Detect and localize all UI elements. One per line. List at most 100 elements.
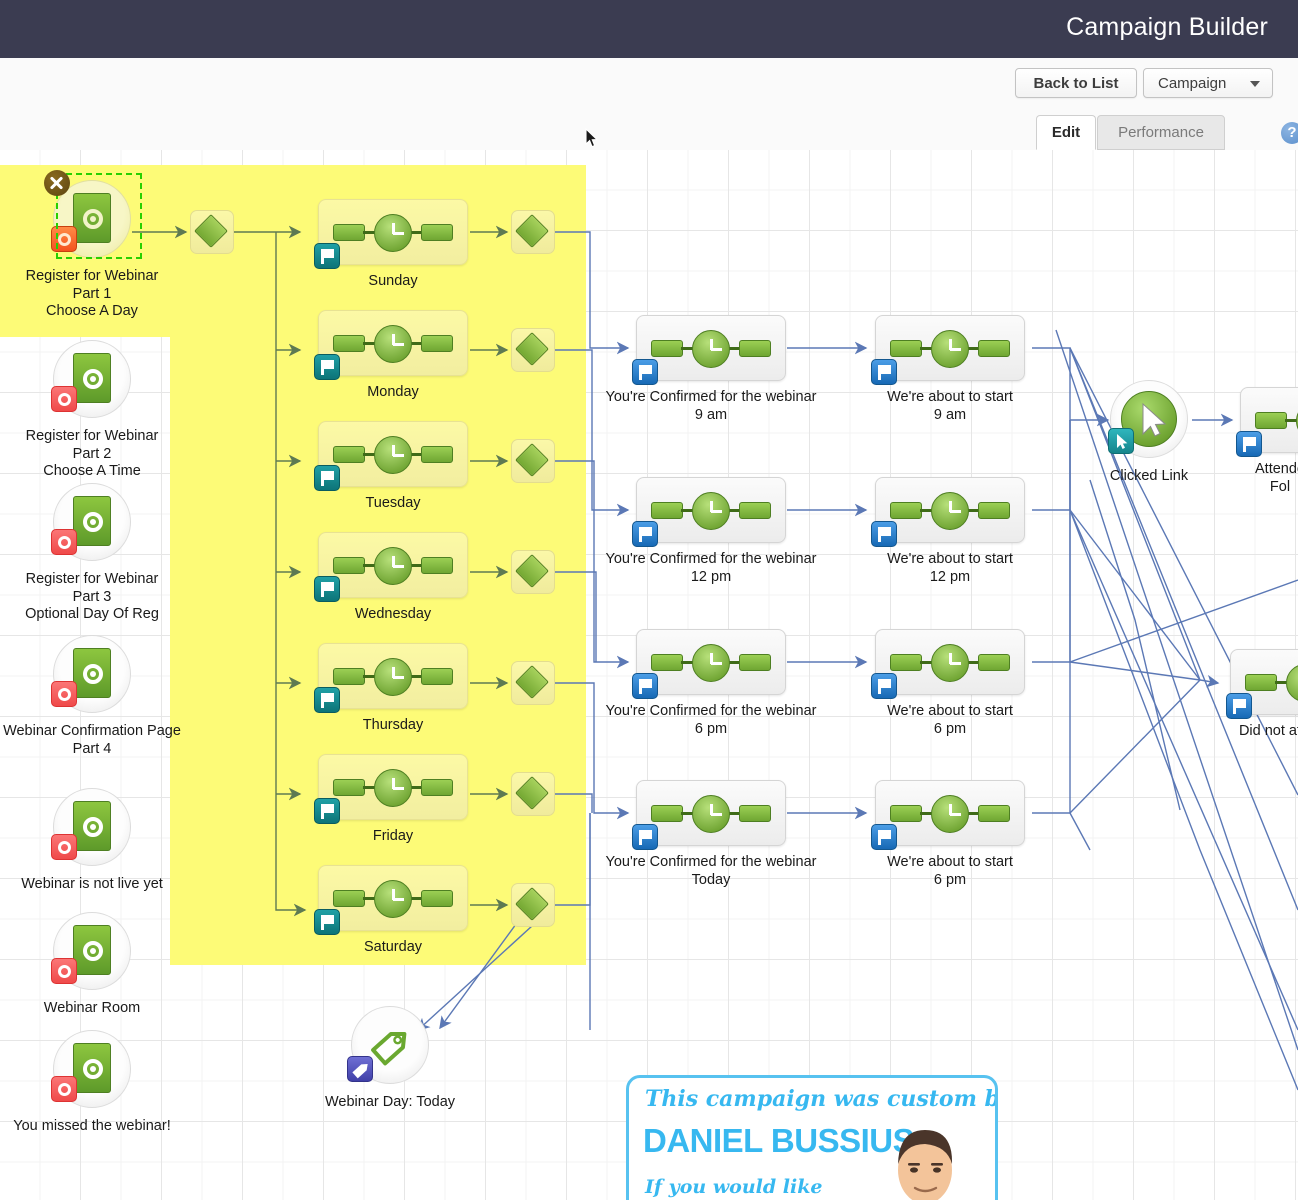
timer-node[interactable] [636,315,786,381]
timer-node[interactable] [318,754,468,820]
timer-node[interactable] [875,315,1025,381]
day-node-friday[interactable]: Friday [318,754,468,820]
campaign-builder-app: Campaign Builder Back to List Campaign E… [0,0,1298,1200]
timer-node[interactable] [875,629,1025,695]
node-did-not-attend[interactable]: Did not at [1230,649,1298,715]
email-node-about-to-start-6pm[interactable]: We're about to start 6 pm [875,629,1025,695]
node-webinar-confirmation-page[interactable]: Webinar Confirmation Page Part 4 [53,635,131,713]
node-attended-followup[interactable]: Attende Fol [1240,387,1298,453]
timer-node[interactable] [318,421,468,487]
flag-icon [632,359,658,385]
timer-node[interactable] [636,477,786,543]
day-node-tuesday[interactable]: Tuesday [318,421,468,487]
day-node-saturday[interactable]: Saturday [318,865,468,931]
timer-node[interactable] [318,532,468,598]
decision-node-saturday[interactable] [511,883,555,927]
decision-node-tuesday[interactable] [511,439,555,483]
decision-node-sunday[interactable] [511,210,555,254]
node-register-part-2[interactable]: Register for Webinar Part 2 Choose A Tim… [53,340,131,418]
timer-node[interactable] [318,643,468,709]
page-title: Campaign Builder [1066,13,1268,42]
landing-page-node[interactable] [53,340,131,418]
decision-node-start[interactable] [190,210,234,254]
node-caption: Clicked Link [1110,468,1188,486]
timer-icon [651,797,771,829]
timer-node[interactable] [1240,387,1298,453]
tab-edit[interactable]: Edit [1036,115,1096,150]
tab-bar: Edit Performance [0,110,1298,151]
timer-node[interactable] [318,199,468,265]
node-caption: We're about to start 6 pm [887,854,1013,889]
email-node-confirmed-9am[interactable]: You're Confirmed for the webinar 9 am [636,315,786,381]
campaign-canvas[interactable]: Register for Webinar Part 1 Choose A Day… [0,150,1298,1200]
email-node-about-to-start-12pm[interactable]: We're about to start 12 pm [875,477,1025,543]
decision-diamond[interactable] [511,661,555,705]
day-node-sunday[interactable]: Sunday [318,199,468,265]
help-circle-icon[interactable]: ? [1281,122,1298,144]
flag-icon [314,354,340,380]
diamond-icon [515,332,549,366]
decision-diamond[interactable] [511,550,555,594]
flag-icon [1236,431,1262,457]
node-webinar-day-tag[interactable]: Webinar Day: Today [351,1006,429,1084]
landing-page-icon [73,925,111,975]
node-caption: Register for Webinar Part 1 Choose A Day [26,268,159,321]
node-register-part-3[interactable]: Register for Webinar Part 3 Optional Day… [53,483,131,561]
node-clicked-link[interactable]: Clicked Link [1110,380,1188,458]
timer-node[interactable] [318,310,468,376]
decision-node-thursday[interactable] [511,661,555,705]
node-you-missed-the-webinar[interactable]: You missed the webinar! [53,1030,131,1108]
close-circle-icon[interactable] [44,170,70,196]
timer-icon [333,327,453,359]
day-node-thursday[interactable]: Thursday [318,643,468,709]
day-node-monday[interactable]: Monday [318,310,468,376]
day-node-wednesday[interactable]: Wednesday [318,532,468,598]
goal-icon [51,529,77,555]
timer-node[interactable] [875,477,1025,543]
diamond-icon [515,887,549,921]
node-caption: Thursday [363,717,423,735]
node-caption: Tuesday [365,495,420,513]
landing-page-node[interactable] [53,635,131,713]
landing-page-icon [73,801,111,851]
landing-page-node[interactable] [53,788,131,866]
node-webinar-room[interactable]: Webinar Room [53,912,131,990]
email-node-confirmed-6pm[interactable]: You're Confirmed for the webinar 6 pm [636,629,786,695]
node-caption: Register for Webinar Part 2 Choose A Tim… [26,428,159,481]
clicked-link-node[interactable] [1110,380,1188,458]
email-node-about-to-start-9am[interactable]: We're about to start 9 am [875,315,1025,381]
decision-node-monday[interactable] [511,328,555,372]
decision-node-friday[interactable] [511,772,555,816]
node-caption: Friday [373,828,413,846]
landing-page-node[interactable] [53,483,131,561]
decision-diamond[interactable] [511,883,555,927]
timer-icon [1245,666,1298,698]
decision-node-wednesday[interactable] [511,550,555,594]
decision-diamond[interactable] [511,328,555,372]
landing-page-node[interactable] [53,1030,131,1108]
timer-node[interactable] [636,629,786,695]
timer-node[interactable] [636,780,786,846]
node-register-part-1[interactable]: Register for Webinar Part 1 Choose A Day [53,180,131,258]
decision-diamond[interactable] [511,772,555,816]
toolbar: Back to List Campaign [0,58,1298,111]
decision-diamond[interactable] [190,210,234,254]
decision-diamond[interactable] [511,439,555,483]
decision-diamond[interactable] [511,210,555,254]
timer-node[interactable] [875,780,1025,846]
campaign-dropdown[interactable]: Campaign [1143,68,1273,98]
timer-icon [651,332,771,364]
flag-icon [871,359,897,385]
tag-node[interactable] [351,1006,429,1084]
email-node-confirmed-12pm[interactable]: You're Confirmed for the webinar 12 pm [636,477,786,543]
node-webinar-not-live[interactable]: Webinar is not live yet [53,788,131,866]
timer-node[interactable] [1230,649,1298,715]
timer-icon [890,797,1010,829]
flag-icon [871,521,897,547]
timer-node[interactable] [318,865,468,931]
tab-performance[interactable]: Performance [1097,115,1225,150]
landing-page-node[interactable] [53,912,131,990]
back-to-list-button[interactable]: Back to List [1015,68,1137,98]
email-node-confirmed-today[interactable]: You're Confirmed for the webinar Today [636,780,786,846]
email-node-about-to-start-today[interactable]: We're about to start 6 pm [875,780,1025,846]
